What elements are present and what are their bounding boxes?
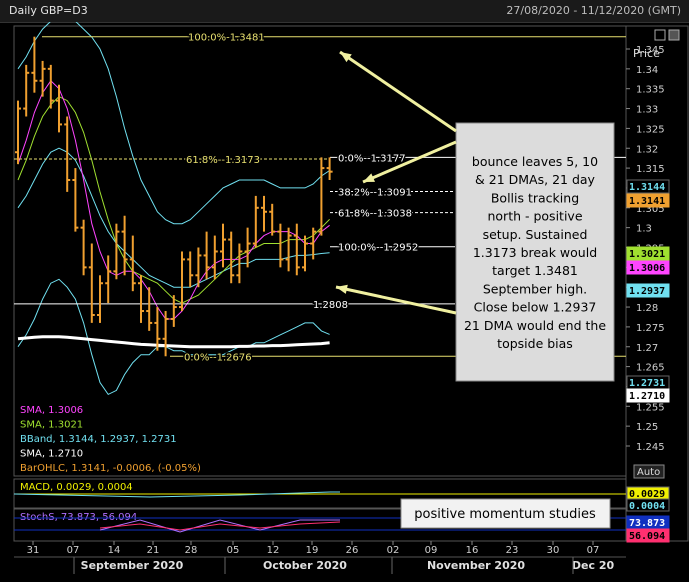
y-tick-label: 1.245 bbox=[636, 442, 665, 453]
auto-button-label[interactable]: Auto bbox=[637, 467, 660, 478]
x-tick-label: 28 bbox=[185, 545, 198, 556]
x-tick-label: 21 bbox=[147, 545, 160, 556]
legend-entry: SMA, 1.3006 bbox=[20, 405, 83, 416]
y-tick-label: 1.27 bbox=[636, 343, 658, 354]
x-tick-label: 12 bbox=[267, 545, 280, 556]
y-tick-label: 1.265 bbox=[636, 363, 665, 374]
legend-entry: BBand, 1.3144, 1.2937, 1.2731 bbox=[20, 434, 177, 445]
x-tick-label: 14 bbox=[108, 545, 121, 556]
x-tick-label: 07 bbox=[67, 545, 80, 556]
y-tick-label: 1.345 bbox=[636, 45, 665, 56]
callout-text-line: north - positive bbox=[487, 209, 582, 224]
x-tick-label: 02 bbox=[387, 545, 400, 556]
x-tick-label: 19 bbox=[306, 545, 319, 556]
close-icon[interactable] bbox=[668, 29, 680, 41]
stochs-tag-label: 73.873 bbox=[629, 518, 665, 529]
callout-text-line: target 1.3481 bbox=[492, 263, 578, 278]
month-label: October 2020 bbox=[263, 559, 347, 572]
fib-level-label: 61.8%--1.3038 bbox=[338, 209, 412, 220]
y-tick-label: 1.34 bbox=[636, 65, 658, 76]
stochs-tag-label: 56.094 bbox=[629, 531, 665, 542]
x-tick-label: 16 bbox=[466, 545, 479, 556]
callout-text-line: Close below 1.2937 bbox=[474, 300, 597, 315]
x-tick-label: 26 bbox=[346, 545, 359, 556]
y-tick-label: 1.255 bbox=[636, 402, 665, 413]
month-label: November 2020 bbox=[427, 559, 525, 572]
fib-level-label: 0.0%--1.2676 bbox=[184, 352, 252, 363]
callout-text-line: 1.3173 break would bbox=[473, 245, 597, 260]
x-tick-label: 31 bbox=[27, 545, 40, 556]
macd-tag-label: 0.0029 bbox=[629, 489, 665, 500]
legend-entry: SMA, 1.3021 bbox=[20, 420, 83, 431]
y-tick-label: 1.28 bbox=[636, 303, 658, 314]
macd-label: MACD, 0.0029, 0.0004 bbox=[20, 482, 133, 493]
date-range: 27/08/2020 - 11/12/2020 (GMT) bbox=[506, 4, 681, 17]
x-tick-label: 23 bbox=[506, 545, 519, 556]
fib-level-label: 38.2%--1.3091 bbox=[338, 188, 412, 199]
y-tick-label: 1.3 bbox=[636, 224, 652, 235]
legend-entry: BarOHLC, 1.3141, -0.0006, (-0.05%) bbox=[20, 463, 201, 474]
callout-text-line: 21 DMA would end the bbox=[464, 318, 606, 333]
price-tag-label: 1.2710 bbox=[629, 391, 665, 402]
chart-window: Daily GBP=D3 27/08/2020 - 11/12/2020 (GM… bbox=[0, 0, 689, 582]
price-tag-label: 1.3021 bbox=[629, 249, 665, 260]
callout-text-line: September high. bbox=[483, 281, 587, 296]
fib-level-label: 0.0%--1.3177 bbox=[338, 153, 406, 164]
y-tick-label: 1.275 bbox=[636, 323, 665, 334]
callout-text-line: setup. Sustained bbox=[483, 227, 588, 242]
x-tick-label: 09 bbox=[425, 545, 438, 556]
callout-text-line: Bollis tracking bbox=[491, 190, 579, 205]
title-bar: Daily GBP=D3 27/08/2020 - 11/12/2020 (GM… bbox=[0, 0, 689, 23]
callout-text-line: bounce leaves 5, 10 bbox=[472, 154, 598, 169]
x-tick-label: 07 bbox=[587, 545, 600, 556]
legend-entry: SMA, 1.2710 bbox=[20, 449, 83, 460]
fib-level-label: 100.0%-1.3481 bbox=[188, 33, 265, 44]
y-tick-label: 1.32 bbox=[636, 144, 658, 155]
macd-tag-label: 0.0004 bbox=[629, 501, 665, 512]
price-tag-label: 1.3141 bbox=[629, 196, 665, 207]
fib-level-label: 61.8%--1.3173 bbox=[186, 155, 260, 166]
price-tag-label: 1.3144 bbox=[629, 182, 665, 193]
fib-level-label: 100.0%--1.2952 bbox=[338, 243, 418, 254]
fib-level-label: 1.2808 bbox=[313, 300, 348, 311]
x-tick-label: 05 bbox=[227, 545, 240, 556]
chart-canvas: Price1.3451.341.3351.331.3251.321.3151.3… bbox=[13, 22, 689, 574]
chart-title: Daily GBP=D3 bbox=[9, 4, 88, 17]
y-tick-label: 1.325 bbox=[636, 124, 665, 135]
callout-text-line: topside bias bbox=[497, 336, 573, 351]
callout-text-line: & 21 DMAs, 21 day bbox=[475, 172, 595, 187]
y-tick-label: 1.335 bbox=[636, 85, 665, 96]
y-tick-label: 1.25 bbox=[636, 422, 658, 433]
price-tag-label: 1.2731 bbox=[629, 378, 665, 389]
momentum-note-text: positive momentum studies bbox=[414, 507, 596, 522]
price-tag-label: 1.3006 bbox=[629, 263, 665, 274]
month-label: Dec 20 bbox=[572, 559, 615, 572]
price-tag-label: 1.2937 bbox=[629, 286, 665, 297]
y-tick-label: 1.315 bbox=[636, 164, 665, 175]
y-tick-label: 1.33 bbox=[636, 105, 658, 116]
x-tick-label: 30 bbox=[547, 545, 560, 556]
month-label: September 2020 bbox=[81, 559, 184, 572]
